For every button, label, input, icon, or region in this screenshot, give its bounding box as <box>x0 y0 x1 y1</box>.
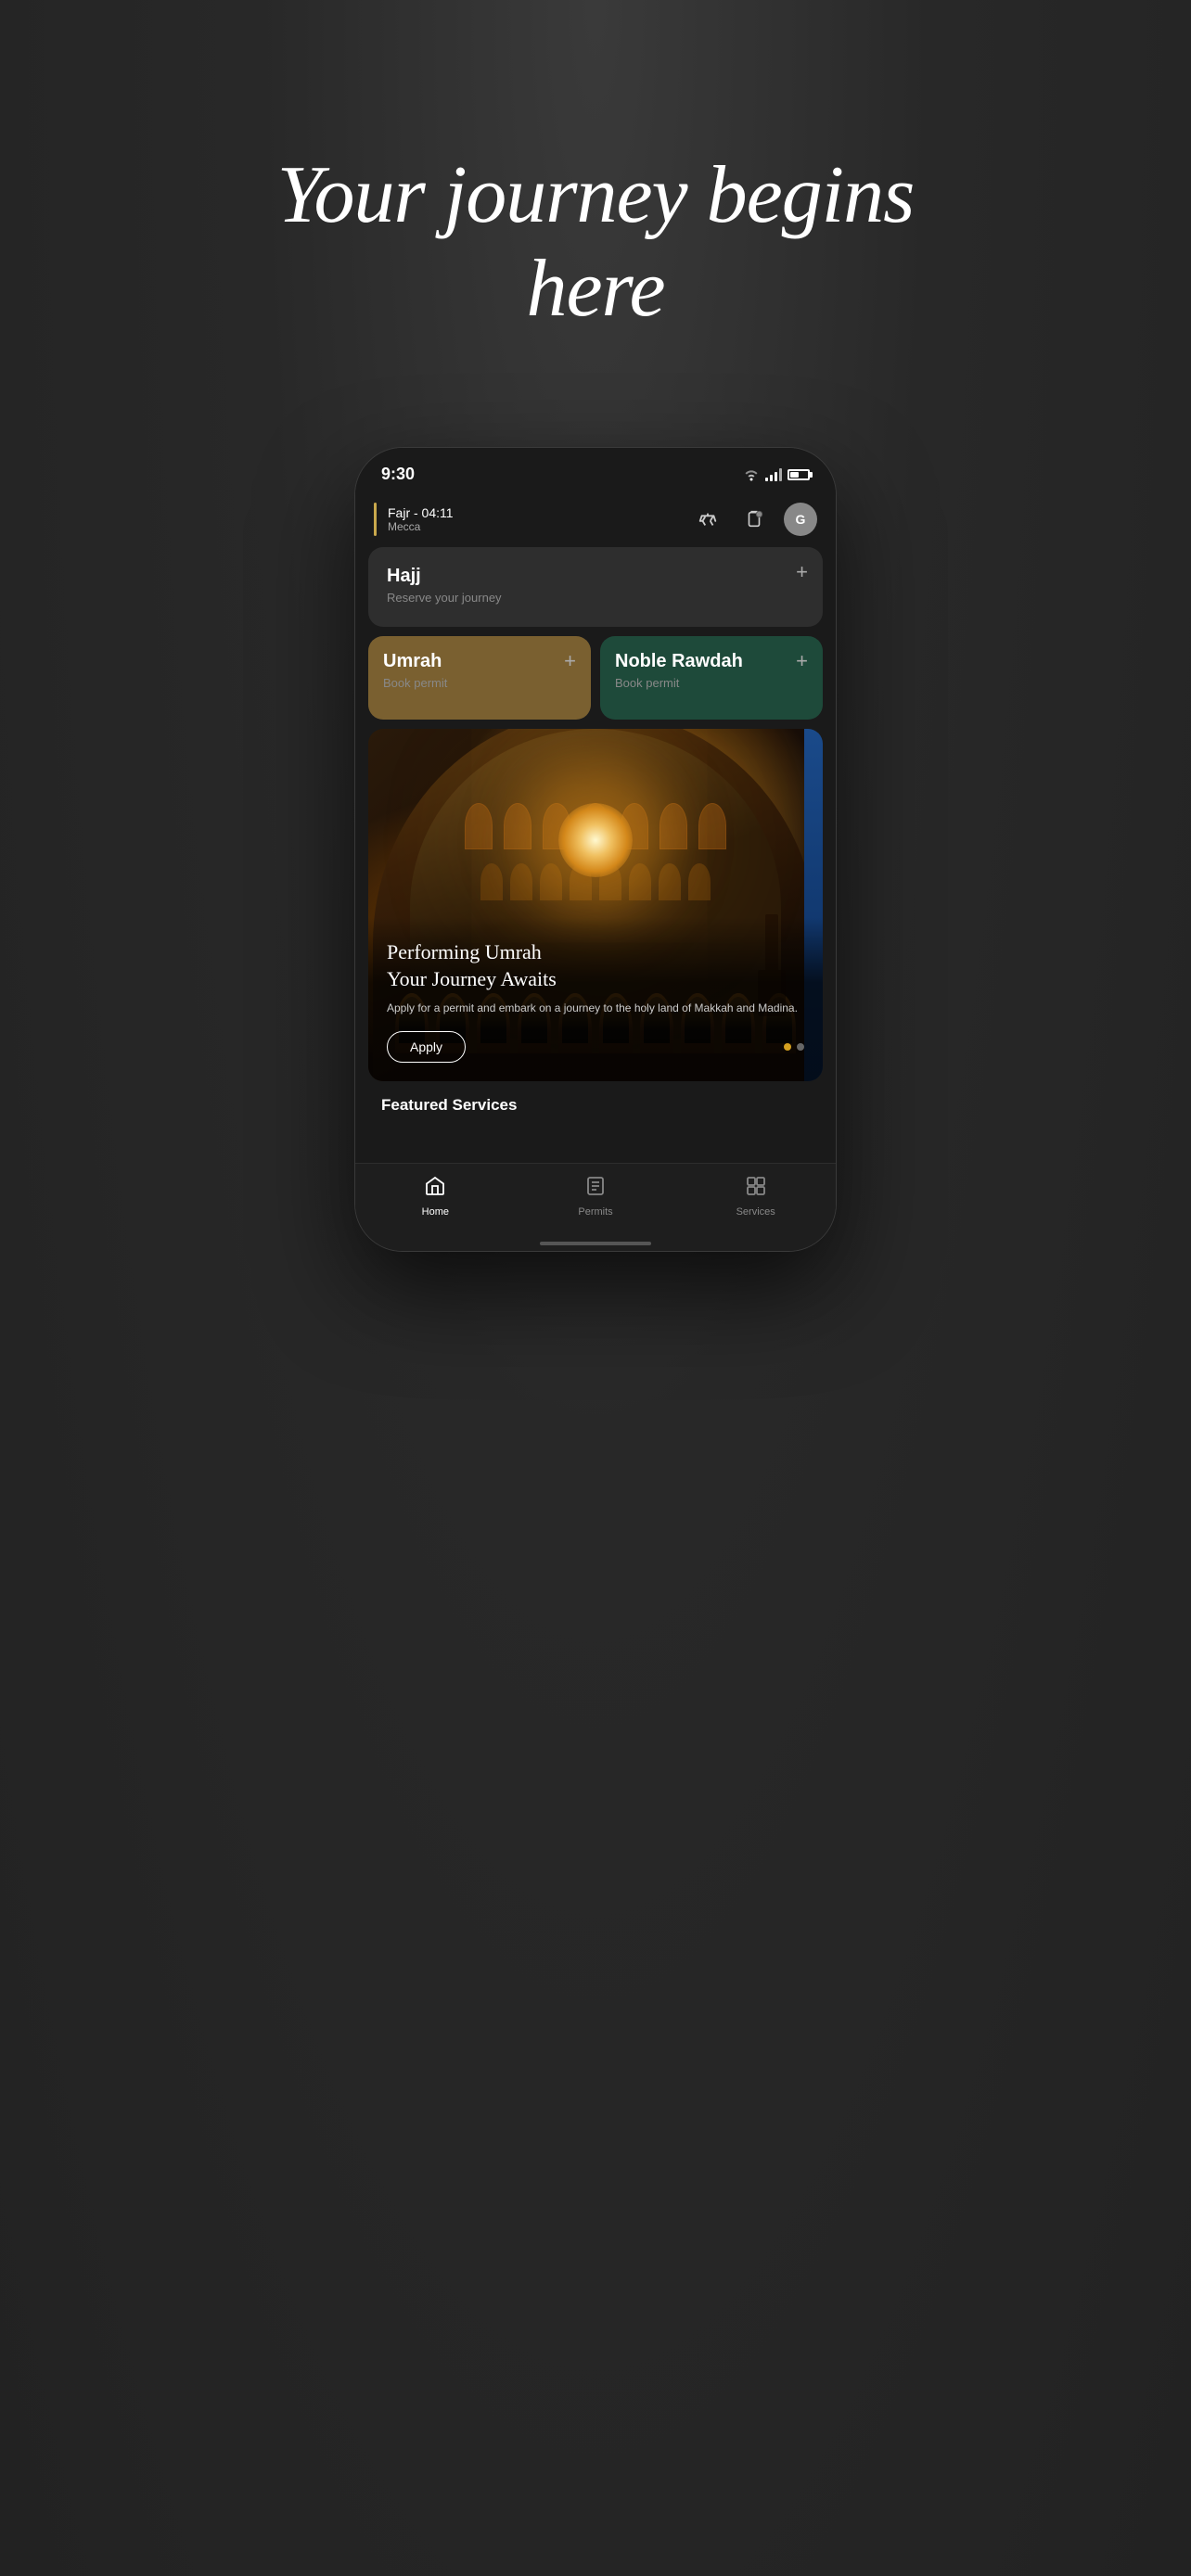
carousel-description: Apply for a permit and embark on a journ… <box>387 1000 804 1016</box>
umrah-title: Umrah <box>383 651 576 672</box>
status-bar: 9:30 <box>355 448 836 491</box>
carousel-content: Performing Umrah Your Journey Awaits App… <box>368 917 823 1081</box>
hajj-title: Hajj <box>387 566 804 587</box>
nav-item-services[interactable]: Services <box>675 1175 836 1218</box>
rawdah-subtitle: Book permit <box>615 676 808 690</box>
prayer-info: Fajr - 04:11 Mecca <box>374 503 454 536</box>
home-icon <box>424 1175 446 1203</box>
status-icons <box>743 468 810 481</box>
hajj-subtitle: Reserve your journey <box>387 591 804 605</box>
umrah-card[interactable]: + Umrah Book permit <box>368 636 591 720</box>
background-overlay <box>0 0 1191 2576</box>
translate-icon[interactable] <box>691 503 724 536</box>
dome-light <box>558 803 633 877</box>
clipboard-icon[interactable] <box>737 503 771 536</box>
featured-services-title: Featured Services <box>368 1096 823 1115</box>
hajj-plus-icon[interactable]: + <box>796 562 808 582</box>
services-icon <box>745 1175 767 1203</box>
home-label: Home <box>422 1206 449 1218</box>
umrah-plus-icon[interactable]: + <box>564 651 576 671</box>
rawdah-title: Noble Rawdah <box>615 651 808 672</box>
nav-item-permits[interactable]: Permits <box>516 1175 676 1218</box>
carousel-title: Performing Umrah Your Journey Awaits <box>387 939 804 992</box>
battery-icon <box>788 469 810 480</box>
header-actions: G <box>691 503 817 536</box>
app-header: Fajr - 04:11 Mecca <box>355 491 836 547</box>
umrah-subtitle: Book permit <box>383 676 576 690</box>
rawdah-card[interactable]: + Noble Rawdah Book permit <box>600 636 823 720</box>
signal-icon <box>765 468 782 481</box>
prayer-name: Fajr - 04:11 <box>388 505 454 520</box>
featured-services-placeholder <box>368 1126 823 1163</box>
hero-title: Your journey begins here <box>271 148 920 336</box>
carousel-dots <box>784 1043 804 1051</box>
services-label: Services <box>736 1206 775 1218</box>
hajj-card[interactable]: + Hajj Reserve your journey <box>368 547 823 627</box>
permits-label: Permits <box>578 1206 612 1218</box>
bottom-navigation: Home Permits Services <box>355 1163 836 1236</box>
rawdah-plus-icon[interactable]: + <box>796 651 808 671</box>
carousel-dot-1[interactable] <box>784 1043 791 1051</box>
carousel-dot-2[interactable] <box>797 1043 804 1051</box>
home-indicator-bar <box>540 1242 651 1245</box>
home-indicator <box>355 1236 836 1251</box>
prayer-accent <box>374 503 377 536</box>
prayer-location: Mecca <box>388 520 454 533</box>
main-content: + Hajj Reserve your journey + Umrah Book… <box>355 547 836 1163</box>
carousel-footer: Apply <box>387 1031 804 1063</box>
nav-item-home[interactable]: Home <box>355 1175 516 1218</box>
wifi-icon <box>743 468 760 481</box>
promo-carousel: Performing Umrah Your Journey Awaits App… <box>368 729 823 1081</box>
apply-button[interactable]: Apply <box>387 1031 466 1063</box>
prayer-text: Fajr - 04:11 Mecca <box>388 505 454 533</box>
phone-mockup: 9:30 Fajr - 04:11 <box>354 447 837 1252</box>
status-time: 9:30 <box>381 465 415 484</box>
permit-cards-row: + Umrah Book permit + Noble Rawdah Book … <box>368 636 823 720</box>
permits-icon <box>584 1175 607 1203</box>
user-avatar[interactable]: G <box>784 503 817 536</box>
